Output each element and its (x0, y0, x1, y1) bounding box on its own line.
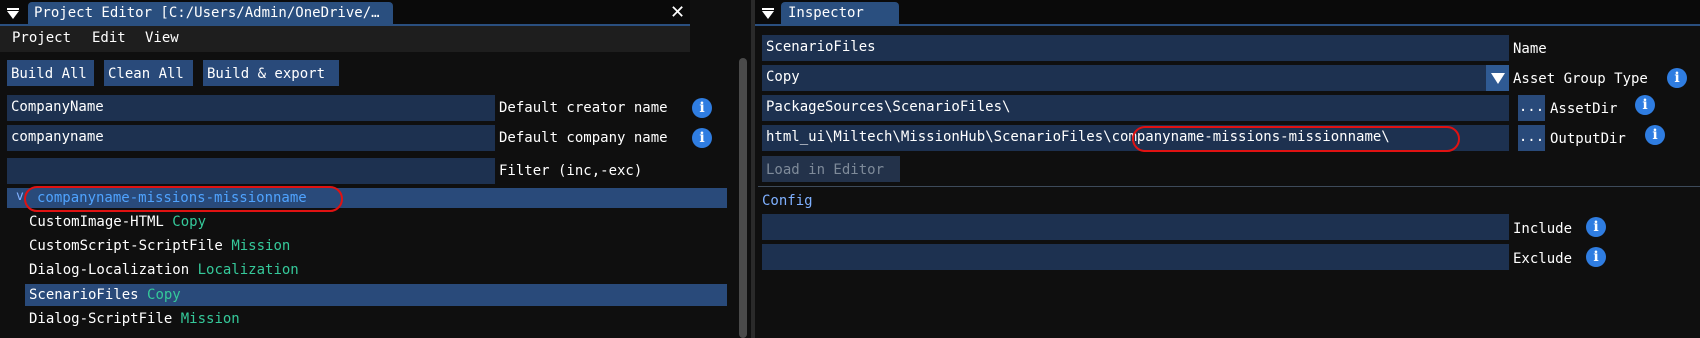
tree-item-type: Copy (172, 214, 207, 230)
tree-item-customscript[interactable]: CustomScript-ScriptFile Mission (29, 238, 290, 254)
load-in-editor-button[interactable]: Load in Editor (762, 156, 900, 182)
output-dir-label: OutputDir (1550, 131, 1626, 147)
output-dir-info-icon[interactable]: i (1645, 125, 1665, 145)
tree-item-scenariofiles[interactable]: ScenarioFiles Copy (29, 287, 181, 303)
asset-dir-input[interactable]: PackageSources\ScenarioFiles\ (762, 95, 1509, 121)
left-collapse-icon[interactable] (7, 8, 19, 20)
asset-group-type-select[interactable]: Copy (762, 65, 1486, 91)
output-dir-highlight-oval (1132, 126, 1460, 152)
tree-item-dialog-localization[interactable]: Dialog-Localization Localization (29, 262, 299, 278)
company-info-icon[interactable]: i (692, 128, 712, 148)
tree-item-type: Localization (197, 262, 299, 278)
tree-item-type: Copy (147, 287, 181, 303)
asset-group-type-info-icon[interactable]: i (1667, 68, 1687, 88)
output-dir-prefix: html_ui\Miltech\MissionHub\ScenarioFiles (766, 129, 1104, 145)
asset-name-input[interactable]: ScenarioFiles (762, 35, 1509, 61)
project-editor-title: Project Editor [C:/Users/Admin/OneDrive/… (34, 5, 380, 21)
tree-item-name: ScenarioFiles (29, 287, 139, 303)
menu-edit[interactable]: Edit (92, 30, 126, 46)
company-name-input[interactable]: companyname (7, 125, 495, 151)
tree-item-type: Mission (231, 238, 291, 254)
menu-view[interactable]: View (145, 30, 179, 46)
filter-input[interactable] (7, 158, 495, 184)
creator-info-icon[interactable]: i (692, 98, 712, 118)
exclude-info-icon[interactable]: i (1586, 247, 1606, 267)
tree-item-dialog-scriptfile[interactable]: Dialog-ScriptFile Mission (29, 311, 240, 327)
tree-item-name: CustomScript-ScriptFile (29, 238, 223, 254)
build-all-button[interactable]: Build All (7, 60, 94, 86)
menu-project[interactable]: Project (12, 30, 71, 46)
include-info-icon[interactable]: i (1586, 217, 1606, 237)
asset-name-label: Name (1513, 41, 1547, 57)
build-export-button[interactable]: Build & export (203, 60, 339, 86)
company-name-label: Default company name (499, 130, 668, 146)
left-scrollbar-thumb[interactable] (739, 58, 747, 338)
exclude-input[interactable] (762, 244, 1509, 270)
config-separator (758, 186, 1700, 187)
tree-item-type: Mission (180, 311, 240, 327)
tree-item-customimage[interactable]: CustomImage-HTML Copy (29, 214, 206, 230)
tree-item-name: Dialog-Localization (29, 262, 190, 278)
root-highlight-oval (24, 186, 343, 212)
asset-group-type-label: Asset Group Type (1513, 71, 1648, 87)
filter-label: Filter (inc,-exc) (499, 163, 643, 179)
asset-dir-info-icon[interactable]: i (1635, 95, 1655, 115)
creator-name-label: Default creator name (499, 100, 668, 116)
tree-item-name: CustomImage-HTML (29, 214, 164, 230)
panel-divider[interactable] (751, 0, 755, 338)
close-icon[interactable]: ✕ (670, 2, 685, 23)
clean-all-button[interactable]: Clean All (104, 60, 193, 86)
config-header: Config (762, 193, 813, 209)
creator-name-input[interactable]: CompanyName (7, 95, 495, 121)
project-editor-tab[interactable]: Project Editor [C:/Users/Admin/OneDrive/… (28, 2, 393, 26)
inspector-tab-underline (755, 24, 1700, 26)
asset-dir-browse-button[interactable]: ... (1518, 95, 1545, 121)
tree-expand-icon[interactable]: v (16, 189, 24, 204)
asset-dir-label: AssetDir (1550, 101, 1618, 117)
inspector-collapse-icon[interactable] (762, 8, 774, 20)
include-input[interactable] (762, 214, 1509, 240)
include-label: Include (1513, 221, 1573, 237)
inspector-tab[interactable]: Inspector (781, 2, 899, 26)
tree-item-name: Dialog-ScriptFile (29, 311, 173, 327)
dropdown-arrow-icon[interactable] (1486, 65, 1509, 91)
output-dir-browse-button[interactable]: ... (1518, 125, 1545, 151)
inspector-title: Inspector (788, 5, 864, 21)
exclude-label: Exclude (1513, 251, 1573, 267)
left-scrollbar[interactable] (738, 52, 748, 338)
